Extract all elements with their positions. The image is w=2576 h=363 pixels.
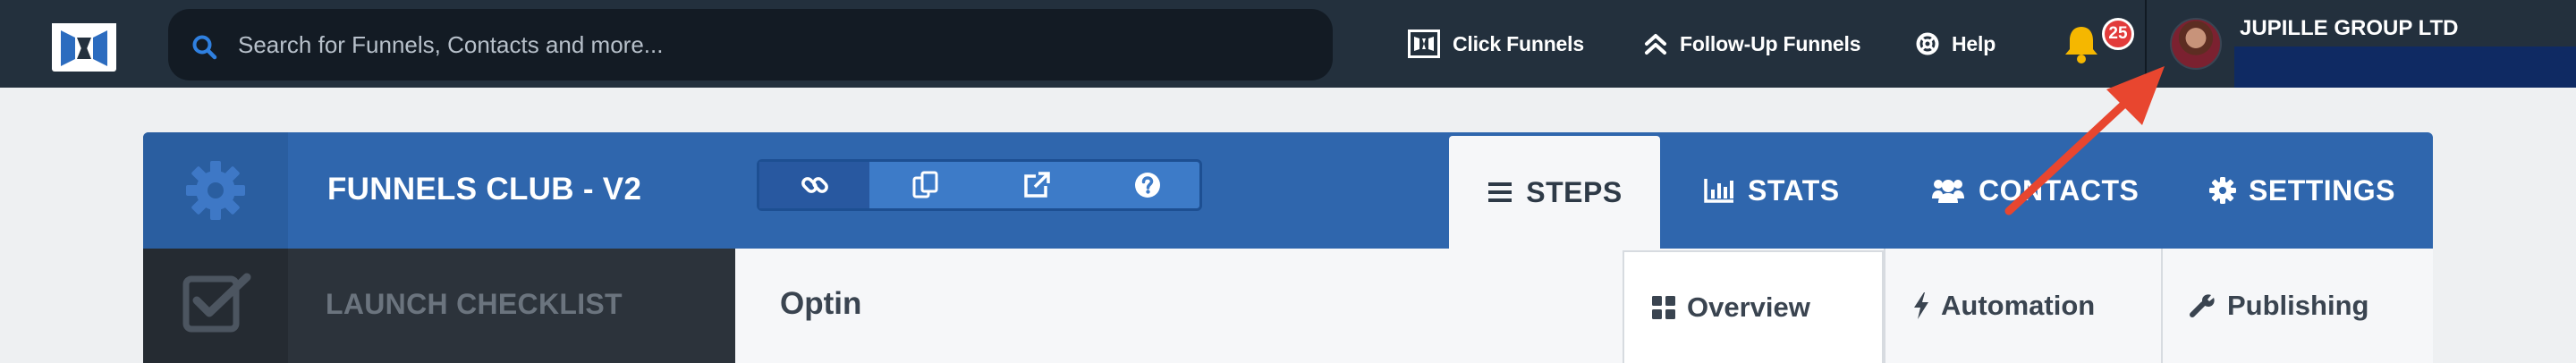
tab-steps[interactable]: STEPS — [1449, 136, 1660, 249]
funnel-tools — [757, 159, 1202, 211]
tab-overview-label: Overview — [1687, 291, 1810, 323]
search-input[interactable] — [238, 25, 1293, 64]
nav-help[interactable]: Help — [1916, 25, 1996, 63]
top-navbar: Click Funnels Follow-Up Funnels Help 25 … — [0, 0, 2576, 88]
checkbox-icon — [182, 273, 251, 333]
double-chevron-up-icon — [1645, 34, 1666, 55]
step-name: Optin — [780, 286, 862, 321]
copy-link-button[interactable] — [759, 162, 869, 208]
tab-automation-label: Automation — [1941, 290, 2096, 321]
step-content-header: Optin Overview Automation Publishing — [735, 249, 2433, 363]
funnel-help-button[interactable] — [1092, 162, 1202, 208]
tab-stats[interactable]: STATS — [1703, 132, 1840, 249]
tab-settings[interactable]: SETTINGS — [2209, 132, 2395, 249]
launch-checklist-toggle[interactable] — [143, 249, 288, 363]
annotation-arrow-icon — [2004, 66, 2165, 215]
notification-count-badge: 25 — [2102, 18, 2134, 50]
question-icon — [1134, 173, 1160, 198]
nav-help-label: Help — [1952, 31, 1996, 55]
bar-chart-icon — [1704, 179, 1733, 203]
tab-publishing[interactable]: Publishing — [2161, 249, 2433, 363]
gear-icon — [186, 161, 245, 220]
tab-overview[interactable]: Overview — [1623, 250, 1884, 363]
funnel-title: FUNNELS CLUB - V2 — [327, 172, 642, 207]
search-icon — [192, 35, 217, 60]
list-icon — [1488, 182, 1513, 202]
clickfunnels-logo-icon[interactable] — [52, 16, 116, 72]
account-name[interactable]: JUPILLE GROUP LTD — [2240, 16, 2458, 41]
tab-automation[interactable]: Automation — [1884, 249, 2161, 363]
funnel-settings-button[interactable] — [143, 132, 288, 249]
tab-settings-label: SETTINGS — [2249, 173, 2396, 207]
account-name-highlight — [2234, 46, 2576, 88]
nav-follow-up-funnels-label: Follow-Up Funnels — [1680, 31, 1861, 55]
launch-checklist-label: LAUNCH CHECKLIST — [326, 288, 623, 320]
tab-publishing-label: Publishing — [2227, 290, 2369, 321]
nav-click-funnels-label: Click Funnels — [1453, 31, 1584, 55]
nav-click-funnels[interactable]: Click Funnels — [1408, 25, 1584, 63]
clickfunnels-icon — [1408, 30, 1440, 58]
tab-stats-label: STATS — [1748, 173, 1840, 207]
copy-icon — [912, 171, 937, 198]
link-icon — [801, 177, 828, 193]
external-link-icon — [1023, 172, 1050, 198]
launch-checklist-panel[interactable]: LAUNCH CHECKLIST — [143, 249, 735, 363]
avatar[interactable] — [2170, 18, 2222, 70]
grid-icon — [1652, 296, 1675, 319]
clone-funnel-button[interactable] — [870, 162, 980, 208]
gear-icon — [2209, 177, 2236, 204]
nav-follow-up-funnels[interactable]: Follow-Up Funnels — [1644, 25, 1861, 63]
search-bar — [168, 9, 1333, 80]
users-icon — [1932, 180, 1964, 203]
tab-steps-label: STEPS — [1526, 175, 1623, 208]
bolt-icon — [1914, 292, 1928, 319]
wrench-icon — [2190, 294, 2215, 317]
open-funnel-button[interactable] — [981, 162, 1091, 208]
lifebuoy-icon — [1916, 32, 1939, 55]
